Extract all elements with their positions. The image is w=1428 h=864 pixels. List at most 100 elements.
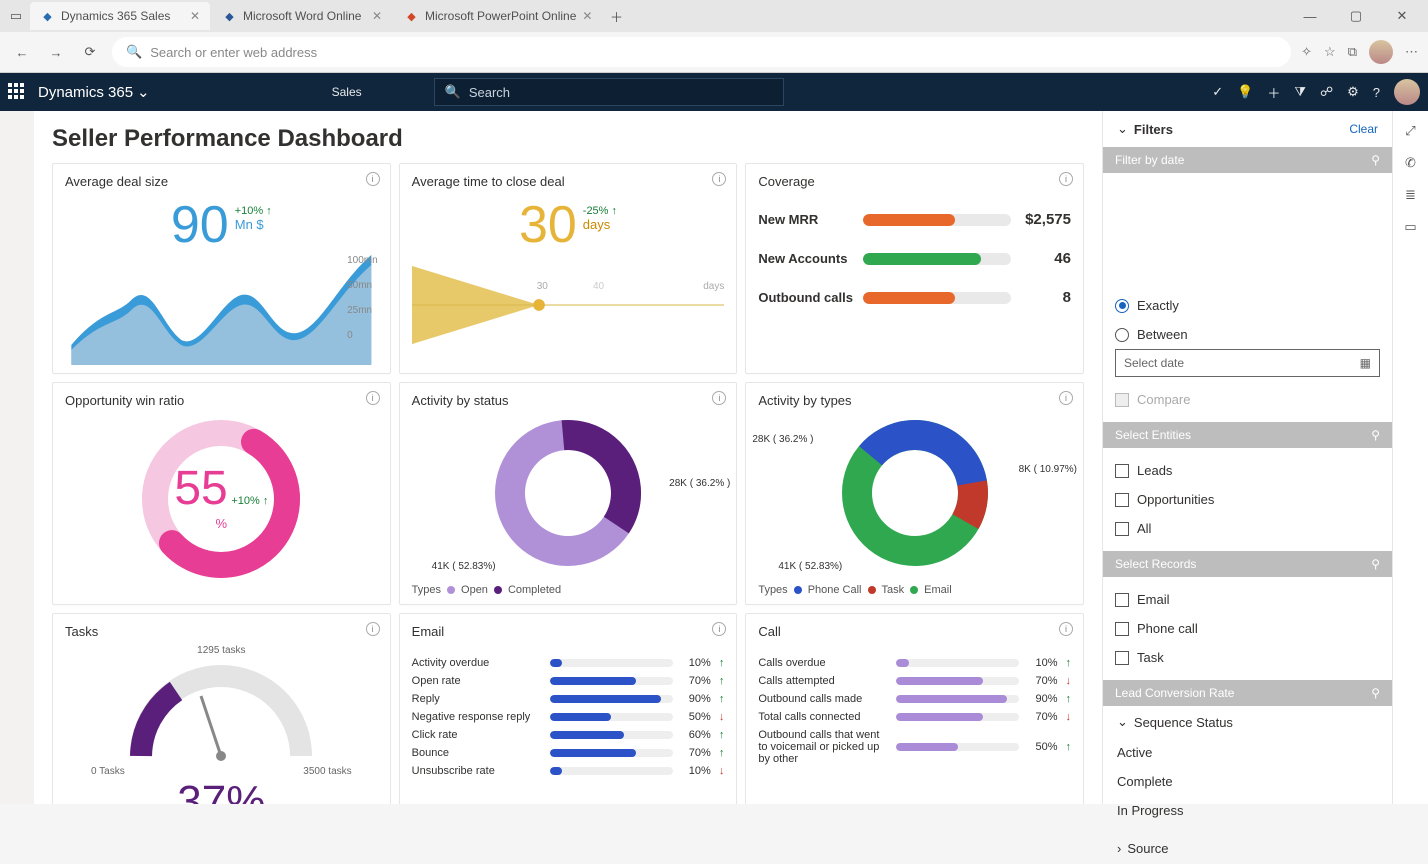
pin-icon[interactable]: ⚲	[1371, 428, 1380, 442]
product-title[interactable]: Dynamics 365 ⌄	[38, 83, 150, 101]
entities-header[interactable]: Select Entities ⚲	[1103, 422, 1392, 448]
card-title: Average deal size	[65, 174, 378, 189]
filter-by-date-header[interactable]: Filter by date ⚲	[1103, 147, 1392, 173]
filter-icon[interactable]: ⧩	[1294, 84, 1306, 100]
checkbox-all[interactable]: All	[1115, 514, 1380, 543]
checkbox-task[interactable]: Task	[1115, 643, 1380, 672]
checkbox-phone-call[interactable]: Phone call	[1115, 614, 1380, 643]
browser-tab[interactable]: ◆Dynamics 365 Sales✕	[30, 2, 210, 30]
card-title: Email	[412, 624, 725, 639]
window-controls: — ▢ ✕	[1288, 2, 1424, 30]
donut-label: 8K ( 10.97%)	[1019, 464, 1077, 475]
settings-icon[interactable]: ⚙	[1347, 84, 1359, 100]
stat-label: Activity overdue	[412, 657, 542, 669]
add-icon[interactable]: ＋	[1267, 83, 1280, 102]
pin-icon[interactable]: ⚲	[1371, 153, 1380, 167]
stat-row: Activity overdue 10%↑	[412, 657, 725, 669]
legend-status: TypesOpenCompleted	[412, 584, 725, 596]
stat-bar	[896, 713, 1019, 721]
profile-avatar[interactable]	[1369, 40, 1393, 64]
activity-status-chart	[483, 408, 653, 578]
info-icon[interactable]: i	[366, 391, 380, 405]
browser-tab[interactable]: ◆Microsoft PowerPoint Online✕	[394, 2, 602, 30]
stat-bar	[896, 743, 1019, 751]
close-window-button[interactable]: ✕	[1380, 2, 1424, 30]
radio-between[interactable]: Between	[1115, 320, 1380, 349]
deal-size-chart	[65, 255, 378, 365]
checkbox-label: Leads	[1137, 463, 1172, 478]
app-launcher-icon[interactable]	[8, 83, 26, 101]
phone-icon[interactable]: ✆	[1405, 155, 1416, 171]
chevron-down-icon[interactable]: ⌄	[1117, 121, 1128, 137]
stat-label: Click rate	[412, 729, 542, 741]
address-bar[interactable]: 🔍 Search or enter web address	[112, 37, 1291, 67]
expand-icon[interactable]: ⤢	[1405, 123, 1415, 139]
conversion-header[interactable]: Lead Conversion Rate ⚲	[1103, 680, 1392, 706]
compare-checkbox[interactable]: Compare	[1115, 385, 1380, 414]
close-tab-icon[interactable]: ✕	[190, 9, 200, 23]
forward-button[interactable]: →	[44, 40, 68, 64]
filters-title: Filters	[1134, 122, 1173, 137]
collections-icon[interactable]: ⧉	[1348, 44, 1357, 60]
checkbox-opportunities[interactable]: Opportunities	[1115, 485, 1380, 514]
share-icon[interactable]: ☍	[1320, 84, 1333, 100]
area-label[interactable]: Sales	[332, 85, 362, 99]
checkbox-icon	[1115, 622, 1129, 636]
stat-row: Total calls connected 70%↓	[758, 711, 1071, 723]
tasks-value: 37%	[65, 777, 378, 804]
email-rows: Activity overdue 10%↑Open rate 70%↑Reply…	[412, 657, 725, 777]
card-title: Activity by status	[412, 393, 725, 408]
info-icon[interactable]: i	[1059, 172, 1073, 186]
favorites-icon[interactable]: ☆	[1324, 44, 1336, 60]
sequence-item[interactable]: Complete	[1115, 767, 1380, 796]
stat-bar	[896, 659, 1019, 667]
more-icon[interactable]: ⋯	[1405, 44, 1418, 60]
legend-dot-icon	[910, 586, 918, 594]
favorites-add-icon[interactable]: ✧	[1301, 44, 1312, 60]
tabs-menu-icon[interactable]: ▭	[4, 4, 28, 28]
sequence-item[interactable]: Active	[1115, 738, 1380, 767]
help-icon[interactable]: ?	[1373, 85, 1380, 100]
entities-body: Leads OpportunitiesAll	[1103, 448, 1392, 551]
date-input[interactable]: Select date ▦	[1115, 349, 1380, 377]
pin-icon[interactable]: ⚲	[1371, 557, 1380, 571]
info-icon[interactable]: i	[366, 622, 380, 636]
tasks-gauge	[121, 656, 321, 766]
checkbox-email[interactable]: Email	[1115, 585, 1380, 614]
tabs-holder: ◆Dynamics 365 Sales✕◆Microsoft Word Onli…	[30, 2, 602, 30]
user-avatar[interactable]	[1394, 79, 1420, 105]
card-activity-status: Activity by status i 28K ( 36.2% ) 41K (…	[399, 382, 738, 605]
checkbox-leads[interactable]: Leads	[1115, 456, 1380, 485]
radio-exactly[interactable]: Exactly	[1115, 291, 1380, 320]
clear-filters-button[interactable]: Clear	[1349, 122, 1378, 136]
info-icon[interactable]: i	[1059, 391, 1073, 405]
info-icon[interactable]: i	[1059, 622, 1073, 636]
pin-icon[interactable]: ⚲	[1371, 686, 1380, 700]
close-tab-icon[interactable]: ✕	[582, 9, 592, 23]
checkbox-label: Phone call	[1137, 621, 1198, 636]
card-avg-deal-size: Average deal size i 90 +10% ↑ Mn $ 100	[52, 163, 391, 374]
radio-icon	[1115, 328, 1129, 342]
win-ratio-unit: %	[53, 516, 390, 531]
sequence-item[interactable]: In Progress	[1115, 796, 1380, 825]
checkbox-label: Task	[1137, 650, 1164, 665]
lightbulb-icon[interactable]: 💡	[1237, 84, 1253, 100]
minimize-button[interactable]: —	[1288, 2, 1332, 30]
back-button[interactable]: ←	[10, 40, 34, 64]
maximize-button[interactable]: ▢	[1334, 2, 1378, 30]
source-header[interactable]: › Source	[1103, 833, 1392, 864]
address-row: ← → ⟳ 🔍 Search or enter web address ✧ ☆ …	[0, 32, 1428, 72]
close-tab-icon[interactable]: ✕	[372, 9, 382, 23]
browser-tab[interactable]: ◆Microsoft Word Online✕	[212, 2, 392, 30]
trend-up-icon: ↑	[1065, 741, 1071, 753]
assistant-icon[interactable]: ✓	[1212, 84, 1223, 100]
refresh-button[interactable]: ⟳	[78, 40, 102, 64]
new-tab-button[interactable]: ＋	[604, 4, 628, 28]
axis-label: 0	[347, 330, 378, 341]
info-icon[interactable]: i	[366, 172, 380, 186]
records-header[interactable]: Select Records ⚲	[1103, 551, 1392, 577]
list-icon[interactable]: ≣	[1405, 187, 1416, 203]
global-search[interactable]: 🔍 Search	[434, 78, 784, 106]
sequence-header[interactable]: ⌄ Sequence Status	[1103, 706, 1392, 738]
panel-icon[interactable]: ▭	[1404, 219, 1416, 235]
